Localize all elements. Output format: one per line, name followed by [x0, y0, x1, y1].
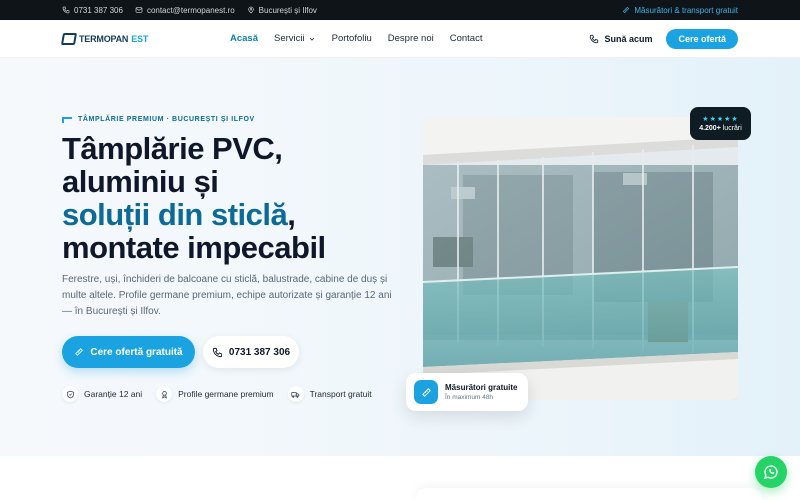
next-section-card [416, 488, 762, 500]
trust-badges: Garanție 12 ani Profile germane premium … [62, 386, 372, 402]
nav-item-despre-noi[interactable]: Despre noi [388, 33, 434, 44]
map-pin-icon [247, 6, 254, 14]
measure-card-subtitle: În maximum 48h [445, 394, 494, 401]
shield-icon-svg [66, 390, 74, 398]
truck-icon-svg [291, 391, 300, 398]
logo-text: TERMOPAN [79, 33, 129, 44]
phone-icon [590, 34, 599, 43]
call-now-button[interactable]: Sună acum [589, 34, 652, 44]
badge-transport: Transport gratuit [287, 386, 372, 402]
request-quote-button[interactable]: Cere ofertă [666, 28, 738, 49]
nav-item-servicii[interactable]: Servicii [274, 33, 316, 44]
hero-eyebrow: TÂMPLĂRIE PREMIUM · BUCUREȘTI ȘI ILFOV [62, 116, 255, 123]
hero-description: Ferestre, uși, închideri de balcoane cu … [62, 274, 392, 317]
shield-icon [62, 386, 78, 402]
topbar-location: București și Ilfov [247, 6, 317, 15]
request-free-quote-button[interactable]: Cere ofertă gratuită [62, 336, 195, 368]
site-logo[interactable]: TERMOPAN EST [60, 32, 149, 45]
free-measurement-card: Măsurători gratuite În maximum 48h [406, 373, 528, 411]
topbar-email-link[interactable]: contact@termopanest.ro [135, 6, 235, 15]
award-icon-svg [161, 390, 167, 399]
whatsapp-button[interactable] [755, 456, 787, 488]
ruler-icon-svg [421, 387, 431, 397]
nav-item-servicii-label: Servicii [274, 33, 305, 44]
top-bar: 0731 387 306 contact@termopanest.ro Bucu… [0, 0, 800, 20]
site-header: TERMOPAN EST Acasă Servicii Portofoliu De… [0, 20, 800, 58]
hero-phone-label: 0731 387 306 [228, 346, 291, 358]
eyebrow-bracket-icon [62, 116, 72, 123]
nav-item-acasa[interactable]: Acasă [230, 33, 258, 44]
topbar-promo: Măsurători & transport gratuit [622, 6, 738, 15]
phone-icon [212, 347, 222, 357]
hero-title-line2: aluminiu și [62, 164, 219, 199]
whatsapp-icon [764, 465, 778, 479]
call-now-label: Sună acum [604, 33, 653, 44]
phone-icon [62, 6, 70, 14]
badge-profiles: Profile germane premium [156, 386, 274, 402]
ruler-icon [414, 380, 438, 404]
topbar-phone: 0731 387 306 [74, 5, 123, 15]
topbar-email: contact@termopanest.ro [146, 5, 235, 15]
hero-phone-button[interactable]: 0731 387 306 [203, 336, 299, 368]
award-icon [156, 386, 173, 402]
ruler-icon [75, 348, 84, 356]
logo-accent-text: EST [131, 33, 149, 44]
hero-eyebrow-text: TÂMPLĂRIE PREMIUM · BUCUREȘTI ȘI ILFOV [78, 116, 255, 123]
badge-warranty-label: Garanție 12 ani [84, 389, 143, 399]
hero-title: Tâmplărie PVC, aluminiu și soluții din s… [62, 132, 402, 264]
badge-transport-label: Transport gratuit [309, 389, 372, 399]
hero-title-line1: Tâmplărie PVC, [62, 131, 283, 166]
mail-icon [135, 7, 143, 13]
hero-title-line4: montate impecabil [62, 230, 326, 265]
hero-title-highlight: soluții din sticlă [62, 197, 288, 232]
logo-mark-icon [60, 32, 78, 45]
rating-badge: ★★★★★ 4.200+ lucrări [690, 107, 751, 140]
topbar-promo-text: Măsurători & transport gratuit [634, 5, 738, 15]
nav-item-portofoliu[interactable]: Portofoliu [332, 33, 372, 44]
nav-item-contact[interactable]: Contact [450, 33, 483, 44]
badge-profiles-label: Profile germane premium [178, 389, 274, 399]
topbar-phone-link[interactable]: 0731 387 306 [62, 6, 123, 15]
topbar-location-text: București și Ilfov [258, 5, 317, 15]
hero-image-glass-balcony [423, 117, 738, 400]
request-free-quote-label: Cere ofertă gratuită [90, 346, 183, 358]
badge-warranty: Garanție 12 ani [62, 386, 142, 402]
main-nav: Acasă Servicii Portofoliu Despre noi Con… [230, 33, 482, 44]
projects-count: 4.200+ lucrări [699, 125, 742, 132]
chevron-down-icon [309, 37, 314, 41]
ruler-icon [623, 6, 630, 14]
measure-card-title: Măsurători gratuite [445, 383, 518, 392]
hero-title-comma: , [287, 197, 296, 232]
glass-balcony-illustration [423, 117, 738, 400]
star-rating-icon: ★★★★★ [702, 116, 739, 123]
truck-icon [287, 386, 304, 402]
projects-count-value: 4.200+ [699, 125, 721, 132]
projects-count-label: lucrări [722, 125, 742, 132]
